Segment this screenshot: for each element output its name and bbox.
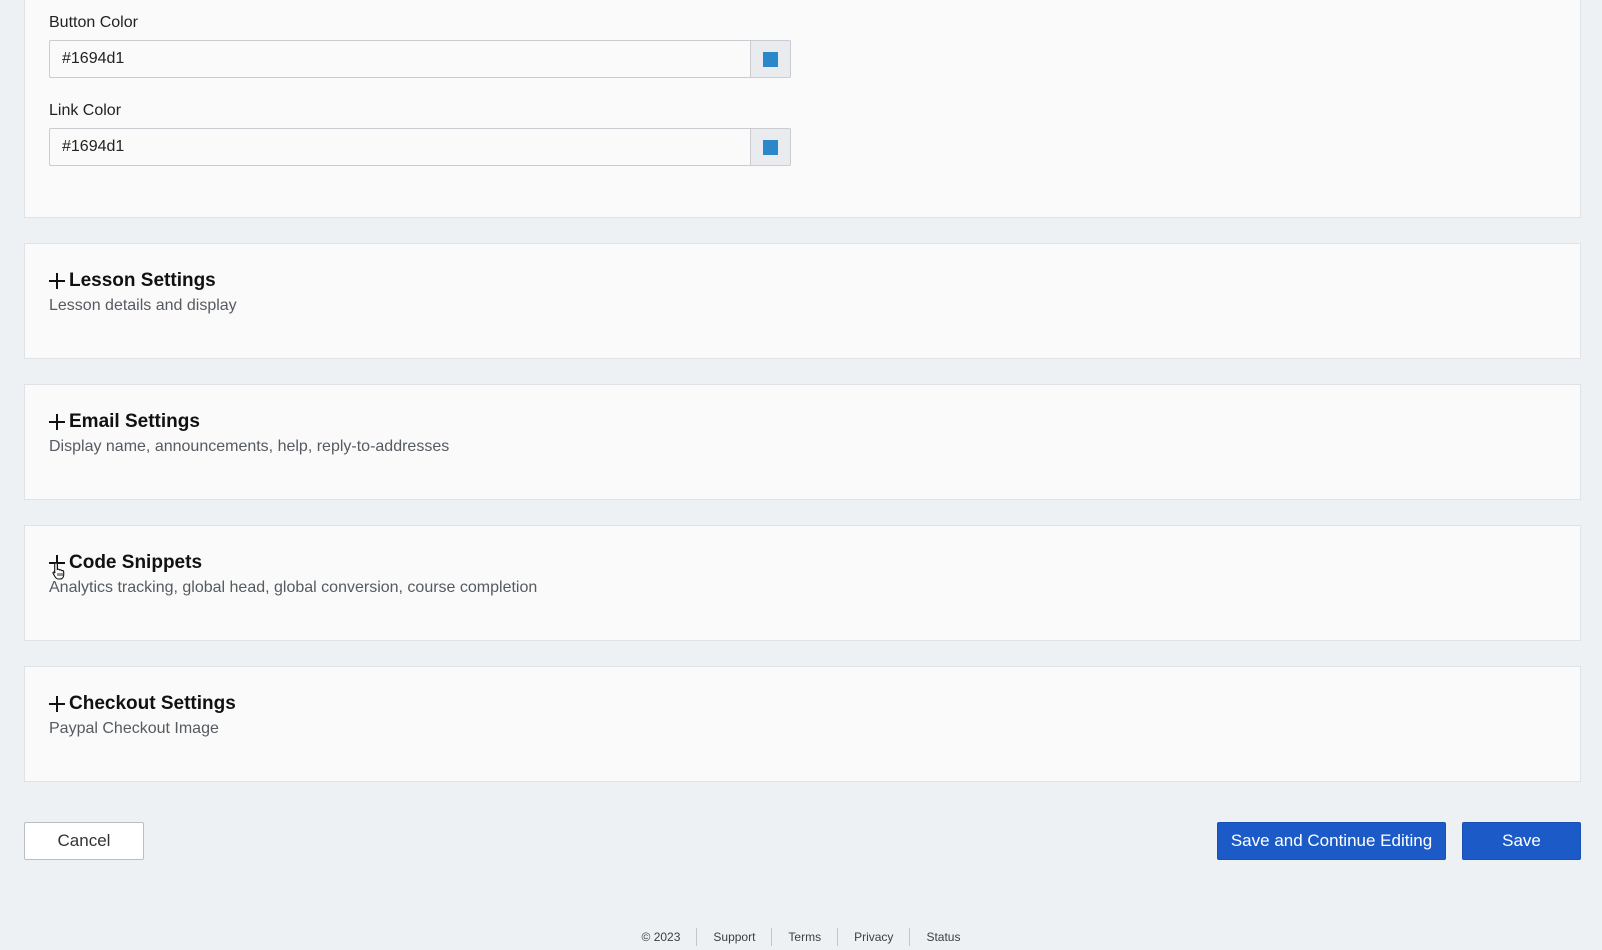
save-button[interactable]: Save (1462, 822, 1581, 860)
email-settings-section[interactable]: Email Settings Display name, announcemen… (24, 384, 1581, 500)
checkout-settings-header[interactable]: Checkout Settings (49, 693, 236, 715)
settings-page: Button Color Link Color Lesson Settings … (0, 0, 1602, 950)
footer-link-support[interactable]: Support (696, 928, 771, 946)
footer-link-status[interactable]: Status (909, 928, 976, 946)
button-color-picker[interactable] (750, 40, 791, 78)
link-color-label: Link Color (49, 102, 122, 119)
lesson-settings-header[interactable]: Lesson Settings (49, 270, 216, 292)
footer-link-terms[interactable]: Terms (771, 928, 837, 946)
hand-pointer-cursor-icon (52, 562, 65, 580)
section-description: Analytics tracking, global head, global … (49, 579, 538, 596)
plus-icon[interactable] (49, 414, 65, 430)
save-and-continue-button[interactable]: Save and Continue Editing (1217, 822, 1446, 860)
plus-icon[interactable] (49, 696, 65, 712)
section-description: Display name, announcements, help, reply… (49, 438, 450, 455)
code-snippets-header[interactable]: Code Snippets (49, 552, 202, 574)
section-title[interactable]: Email Settings (69, 411, 200, 433)
checkout-settings-section[interactable]: Checkout Settings Paypal Checkout Image (24, 666, 1581, 782)
button-color-input[interactable] (49, 40, 750, 78)
button-color-label: Button Color (49, 14, 138, 31)
cancel-button[interactable]: Cancel (24, 822, 144, 860)
footer: © 2023 Support Terms Privacy Status (0, 928, 1602, 946)
section-title[interactable]: Checkout Settings (69, 693, 236, 715)
link-color-picker[interactable] (750, 128, 791, 166)
button-color-swatch (763, 51, 778, 67)
footer-link-privacy[interactable]: Privacy (837, 928, 909, 946)
section-description: Paypal Checkout Image (49, 720, 219, 737)
section-title[interactable]: Lesson Settings (69, 270, 216, 292)
link-color-input[interactable] (49, 128, 750, 166)
footer-copyright: © 2023 (641, 930, 681, 944)
button-color-field (49, 40, 791, 78)
link-color-field (49, 128, 791, 166)
link-color-swatch (763, 139, 778, 155)
plus-icon[interactable] (49, 273, 65, 289)
section-title[interactable]: Code Snippets (69, 552, 202, 574)
code-snippets-section[interactable]: Code Snippets Analytics tracking, global… (24, 525, 1581, 641)
lesson-settings-section[interactable]: Lesson Settings Lesson details and displ… (24, 243, 1581, 359)
email-settings-header[interactable]: Email Settings (49, 411, 200, 433)
color-settings-card: Button Color Link Color (24, 0, 1581, 218)
section-description: Lesson details and display (49, 297, 237, 314)
